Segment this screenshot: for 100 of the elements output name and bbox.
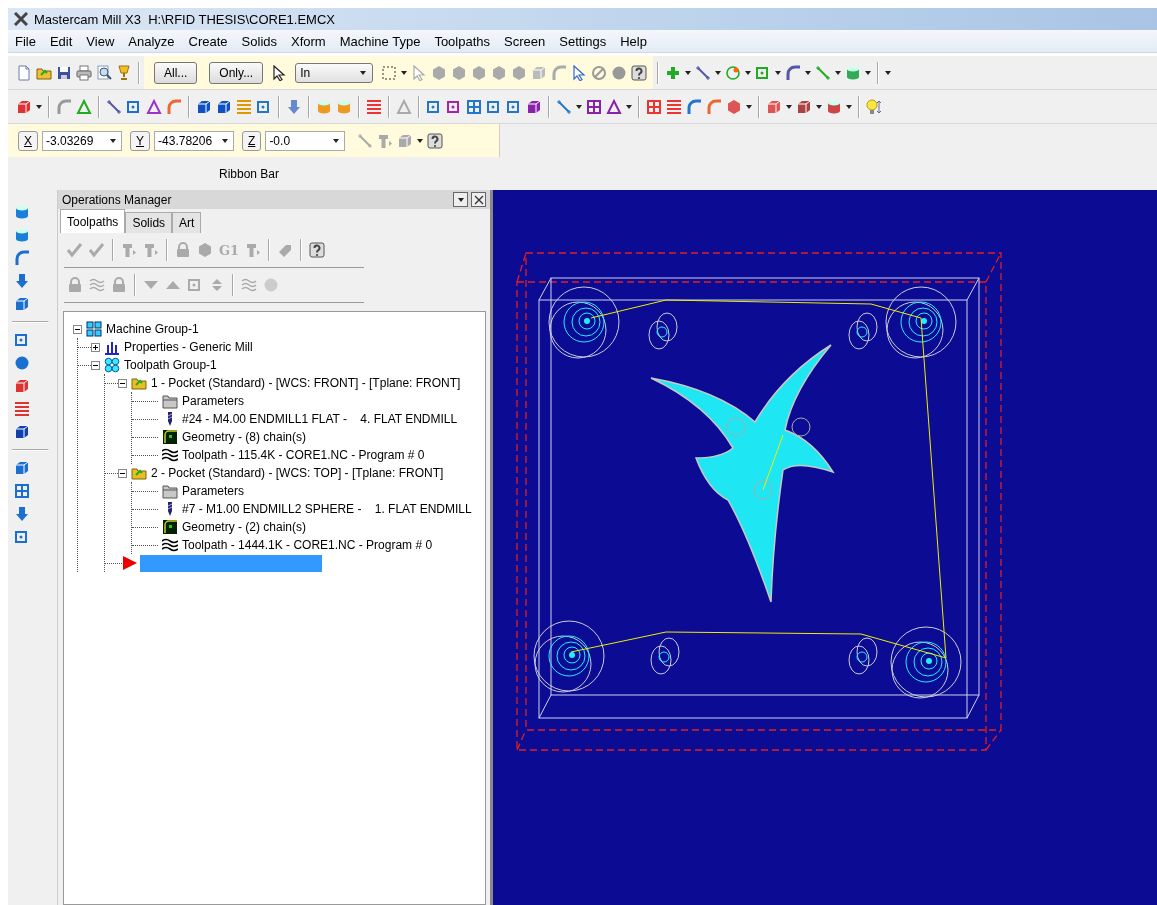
square-icon[interactable]: [14, 529, 30, 545]
grid-icon[interactable]: [466, 98, 482, 115]
cube-icon[interactable]: [14, 296, 30, 312]
lock-icon[interactable]: [111, 277, 127, 293]
waves-icon[interactable]: [241, 277, 257, 293]
menu-item[interactable]: Create: [181, 33, 235, 49]
units-dropdown[interactable]: In: [295, 62, 374, 83]
menu-item[interactable]: Machine Type: [332, 33, 428, 49]
cube-icon[interactable]: [196, 98, 212, 115]
cube-icon[interactable]: [796, 98, 812, 115]
menu-item[interactable]: Edit: [42, 33, 80, 49]
hexagon-icon[interactable]: [197, 242, 213, 258]
cursor-icon[interactable]: [271, 64, 288, 81]
cube-icon[interactable]: [526, 98, 542, 115]
cube-icon[interactable]: [14, 460, 30, 476]
menu-item[interactable]: Screen: [497, 33, 553, 49]
cube-icon[interactable]: [216, 98, 232, 115]
hexagon-icon[interactable]: [451, 64, 468, 81]
hexagon-icon[interactable]: [511, 64, 528, 81]
expand-toggle[interactable]: [91, 360, 100, 370]
axis-button[interactable]: Y: [130, 130, 151, 151]
bulb-icon[interactable]: [866, 98, 882, 115]
caret-icon[interactable]: [805, 70, 812, 75]
caret-icon[interactable]: [745, 70, 752, 75]
hexagon-icon[interactable]: [471, 64, 488, 81]
filter-button[interactable]: Only...: [209, 61, 264, 84]
menu-item[interactable]: Settings: [552, 33, 614, 49]
tag-icon[interactable]: [277, 242, 294, 258]
curve-icon[interactable]: [166, 98, 182, 115]
caret-icon[interactable]: [885, 70, 892, 75]
cube-icon[interactable]: [16, 98, 32, 115]
tree-item[interactable]: 1 - Pocket (Standard) - [WCS: FRONT] - [Tplane: FRONT]: [151, 376, 461, 390]
square-icon[interactable]: [126, 98, 142, 115]
tree-item[interactable]: Machine Group-1: [106, 322, 199, 336]
help-icon[interactable]: [309, 242, 326, 258]
circle-icon[interactable]: [14, 355, 30, 371]
caret-icon[interactable]: [576, 104, 582, 109]
line-icon[interactable]: [106, 98, 122, 115]
print-icon[interactable]: [76, 64, 92, 81]
arrow-icon[interactable]: [14, 273, 30, 289]
grid-icon[interactable]: [646, 98, 662, 115]
caret-icon[interactable]: [626, 104, 632, 109]
caret-icon[interactable]: [775, 70, 782, 75]
curve-icon[interactable]: [14, 250, 30, 266]
caret-icon[interactable]: [36, 104, 42, 109]
tree-item[interactable]: Toolpath - 1444.1K - CORE1.NC - Program # 0: [182, 538, 433, 552]
lines-icon[interactable]: [666, 98, 682, 115]
tree-item[interactable]: Geometry - (8) chain(s): [182, 430, 307, 444]
lines-icon[interactable]: [14, 401, 30, 417]
goblet-icon[interactable]: [116, 64, 132, 81]
arrow-icon[interactable]: [286, 98, 302, 115]
line-icon[interactable]: [695, 64, 712, 81]
help-icon[interactable]: [631, 64, 648, 81]
tree-item[interactable]: Toolpath Group-1: [124, 358, 217, 372]
coordinate-field[interactable]: -43.78206: [154, 130, 235, 151]
axis-button[interactable]: Z: [242, 130, 262, 151]
lines-icon[interactable]: [366, 98, 382, 115]
lock-icon[interactable]: [67, 277, 83, 293]
caret-icon[interactable]: [715, 70, 722, 75]
lock-icon[interactable]: [175, 242, 191, 258]
check-icon[interactable]: [89, 242, 105, 258]
menu-item[interactable]: File: [8, 33, 43, 49]
caret-icon[interactable]: [333, 138, 340, 143]
axis-button[interactable]: X: [18, 130, 38, 151]
expand-toggle[interactable]: [118, 468, 127, 478]
menu-item[interactable]: View: [79, 33, 122, 49]
help-icon[interactable]: [427, 132, 444, 149]
hexagon-icon[interactable]: [431, 64, 448, 81]
cylinder-icon[interactable]: [316, 98, 332, 115]
expand-toggle[interactable]: [91, 342, 100, 352]
page-icon[interactable]: [16, 64, 32, 81]
tool-icon[interactable]: [121, 242, 137, 258]
caret-icon[interactable]: [360, 70, 367, 75]
arrow-icon[interactable]: [14, 506, 30, 522]
tab[interactable]: Solids: [125, 212, 173, 233]
caret-icon[interactable]: [835, 70, 842, 75]
tool-icon[interactable]: [377, 132, 394, 149]
expand-toggle[interactable]: [118, 378, 127, 388]
tree-item[interactable]: Parameters: [182, 484, 245, 498]
caret-icon[interactable]: [110, 138, 116, 143]
insert-bar[interactable]: [140, 554, 322, 572]
tree-item[interactable]: Properties - Generic Mill: [124, 340, 253, 354]
tab[interactable]: Toolpaths: [60, 209, 126, 233]
triangle-icon[interactable]: [76, 98, 92, 115]
cylinder-icon[interactable]: [826, 98, 842, 115]
tool-icon[interactable]: [143, 242, 159, 258]
menu-item[interactable]: Help: [613, 33, 654, 49]
curve-icon[interactable]: [686, 98, 702, 115]
square-icon[interactable]: [486, 98, 502, 115]
square-icon[interactable]: [256, 98, 272, 115]
cube-icon[interactable]: [14, 424, 30, 440]
caret-icon[interactable]: [786, 104, 792, 109]
square-icon[interactable]: [446, 98, 462, 115]
no-entry-icon[interactable]: [591, 64, 608, 81]
caret-icon[interactable]: [401, 70, 408, 75]
grid-icon[interactable]: [14, 483, 30, 499]
curve-icon[interactable]: [785, 64, 802, 81]
tree-item[interactable]: #24 - M4.00 ENDMILL1 FLAT - 4. FLAT ENDMILL: [182, 412, 458, 426]
coordinate-field[interactable]: -3.03269: [42, 130, 122, 151]
expand-toggle[interactable]: [73, 324, 82, 334]
